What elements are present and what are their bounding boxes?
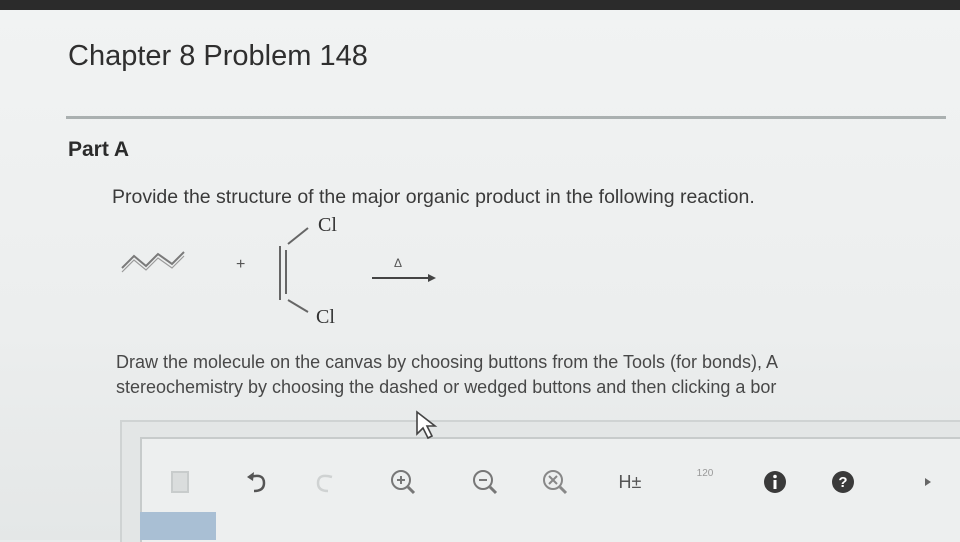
editor-toolbar: H± 120 ? (140, 462, 960, 510)
zoom-in-icon[interactable] (386, 462, 420, 502)
template-angle-button[interactable]: 120 (688, 462, 722, 508)
plus-sign: + (236, 256, 246, 273)
cursor-icon (414, 410, 440, 445)
info-icon[interactable] (758, 462, 792, 502)
dichloroalkene-structure (279, 227, 309, 313)
header-divider (66, 116, 946, 119)
zoom-reset-icon[interactable] (538, 462, 572, 502)
chlorine-top-label: Cl (318, 214, 337, 236)
copy-icon[interactable] (164, 462, 198, 502)
undo-icon[interactable] (240, 462, 274, 502)
part-label[interactable]: Part A (68, 138, 129, 162)
question-text: Provide the structure of the major organ… (112, 186, 755, 208)
zoom-out-icon[interactable] (468, 462, 502, 502)
instructions-line-1: Draw the molecule on the canvas by choos… (116, 352, 779, 372)
drawing-instructions: Draw the molecule on the canvas by choos… (116, 350, 960, 400)
top-dark-band (0, 0, 960, 10)
chlorine-bottom-label: Cl (316, 306, 335, 328)
canvas-tab[interactable] (140, 512, 216, 540)
redo-icon[interactable] (308, 462, 342, 502)
chevron-right-icon[interactable] (916, 462, 940, 502)
hydrogen-toggle-button[interactable]: H± (610, 462, 650, 502)
instructions-line-2: stereochemistry by choosing the dashed o… (116, 377, 777, 397)
page-title: Chapter 8 Problem 148 (68, 40, 368, 72)
reaction-drawing (121, 227, 436, 313)
heat-symbol: Δ (394, 256, 403, 270)
svg-text:?: ? (838, 474, 847, 491)
help-icon[interactable]: ? (826, 462, 860, 502)
reaction-scheme: Cl Cl + Δ (110, 214, 470, 334)
